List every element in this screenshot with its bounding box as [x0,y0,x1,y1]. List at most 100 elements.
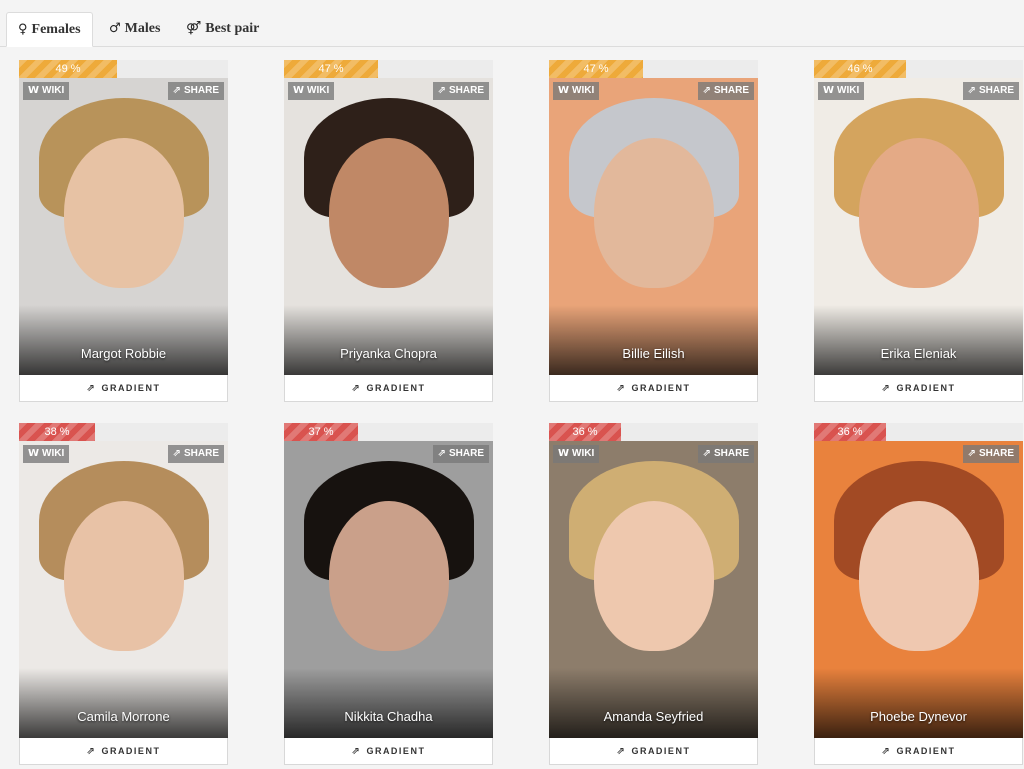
match-percent-bar: 38 % [19,423,228,441]
gradient-button[interactable]: ⇗ GRADIENT [284,738,493,765]
person-photo[interactable]: Nikkita Chadha ⇗ SHARE [284,441,493,738]
share-label: SHARE [183,448,219,459]
match-percent-fill: 37 % [284,423,358,441]
share-button[interactable]: ⇗ SHARE [962,445,1019,463]
name-shade [19,668,228,738]
face-shape [328,138,449,288]
tab-females[interactable]: ♀ Females [6,12,93,47]
gradient-button[interactable]: ⇗ GRADIENT [814,375,1023,402]
share-button[interactable]: ⇗ SHARE [697,82,754,100]
match-percent-bar: 36 % [549,423,758,441]
share-button[interactable]: ⇗ SHARE [167,82,224,100]
face-shape [593,138,714,288]
match-percent-bar: 36 % [814,423,1023,441]
match-percent-bar: 47 % [549,60,758,78]
share-label: SHARE [713,448,749,459]
tab-label: Males [124,20,161,36]
face-shape [328,501,449,651]
share-icon: ⇗ [172,448,181,459]
gradient-label: GRADIENT [366,746,426,756]
wiki-button[interactable]: W WIKI [553,82,600,100]
match-percent-fill: 46 % [814,60,906,78]
wiki-button[interactable]: W WIKI [288,82,335,100]
person-name: Nikkita Chadha [344,709,433,724]
share-button[interactable]: ⇗ SHARE [697,445,754,463]
gradient-button[interactable]: ⇗ GRADIENT [19,738,228,765]
person-photo[interactable]: Phoebe Dynevor ⇗ SHARE [814,441,1023,738]
wiki-button[interactable]: W WIKI [553,445,600,463]
person-photo[interactable]: Billie Eilish W WIKI ⇗ SHARE [549,78,758,375]
share-label: SHARE [978,85,1014,96]
person-photo[interactable]: Priyanka Chopra W WIKI ⇗ SHARE [284,78,493,375]
match-percent-bar: 49 % [19,60,228,78]
share-icon: ⇗ [881,745,892,757]
wiki-label: WIKI [307,85,330,96]
gradient-label: GRADIENT [101,383,161,393]
face-shape [63,138,184,288]
person-photo[interactable]: Erika Eleniak W WIKI ⇗ SHARE [814,78,1023,375]
tab-males[interactable]: ♂ Males [109,12,169,45]
gradient-label: GRADIENT [631,746,691,756]
wikipedia-icon: W [28,85,40,96]
wikipedia-icon: W [823,85,835,96]
match-percent-bar: 37 % [284,423,493,441]
match-percent-fill: 36 % [549,423,621,441]
share-button[interactable]: ⇗ SHARE [962,82,1019,100]
pair-symbol-icon: ⚤ [186,21,202,36]
share-icon: ⇗ [86,745,97,757]
share-icon: ⇗ [967,448,976,459]
gradient-button[interactable]: ⇗ GRADIENT [549,738,758,765]
match-percent-fill: 47 % [284,60,378,78]
wiki-label: WIKI [572,448,595,459]
gradient-button[interactable]: ⇗ GRADIENT [814,738,1023,765]
person-name: Phoebe Dynevor [870,709,967,724]
share-icon: ⇗ [86,382,97,394]
share-icon: ⇗ [172,85,181,96]
person-name: Margot Robbie [80,346,167,361]
gradient-button[interactable]: ⇗ GRADIENT [19,375,228,402]
share-label: SHARE [978,448,1014,459]
wiki-button[interactable]: W WIKI [818,82,865,100]
share-icon: ⇗ [437,448,446,459]
match-percent-fill: 47 % [549,60,643,78]
face-shape [858,501,979,651]
face-shape [63,501,184,651]
tab-label: Best pair [205,20,260,36]
share-icon: ⇗ [967,85,976,96]
wikipedia-icon: W [293,85,305,96]
gradient-label: GRADIENT [896,746,956,756]
gradient-label: GRADIENT [366,383,426,393]
name-shade [814,305,1023,375]
share-label: SHARE [448,85,484,96]
wiki-label: WIKI [42,85,65,96]
wiki-button[interactable]: W WIKI [23,445,70,463]
name-shade [284,305,493,375]
name-shade [19,305,228,375]
face-shape [593,501,714,651]
person-photo[interactable]: Margot Robbie W WIKI ⇗ SHARE [19,78,228,375]
share-button[interactable]: ⇗ SHARE [432,445,489,463]
name-shade [284,668,493,738]
gender-tab-bar: ♀ Females ♂ Males ⚤ Best pair [0,0,1024,47]
person-name: Erika Eleniak [880,346,957,361]
wiki-button[interactable]: W WIKI [23,82,70,100]
gradient-button[interactable]: ⇗ GRADIENT [549,375,758,402]
gradient-label: GRADIENT [101,746,161,756]
share-icon: ⇗ [702,448,711,459]
match-percent-fill: 49 % [19,60,117,78]
gradient-button[interactable]: ⇗ GRADIENT [284,375,493,402]
person-name: Camila Morrone [77,709,170,724]
share-button[interactable]: ⇗ SHARE [432,82,489,100]
face-shape [858,138,979,288]
match-percent-fill: 36 % [814,423,886,441]
share-button[interactable]: ⇗ SHARE [167,445,224,463]
person-name: Billie Eilish [622,346,685,361]
tab-best-pair[interactable]: ⚤ Best pair [186,12,266,45]
share-label: SHARE [448,448,484,459]
wikipedia-icon: W [558,448,570,459]
female-symbol-icon: ♀ [18,22,28,37]
gradient-label: GRADIENT [631,383,691,393]
share-icon: ⇗ [881,382,892,394]
person-photo[interactable]: Camila Morrone W WIKI ⇗ SHARE [19,441,228,738]
person-photo[interactable]: Amanda Seyfried W WIKI ⇗ SHARE [549,441,758,738]
